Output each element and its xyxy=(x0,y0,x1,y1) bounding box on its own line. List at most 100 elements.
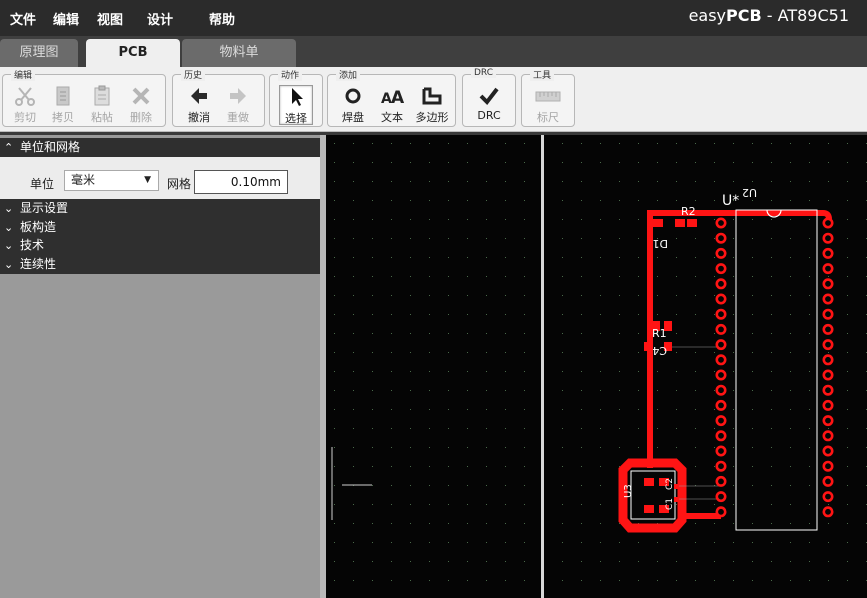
arrow-left-icon xyxy=(191,88,207,104)
r1-label: R1 xyxy=(652,327,667,340)
u2-pin-pad xyxy=(822,263,834,275)
u2-pin-pad xyxy=(715,369,727,381)
r2-pad xyxy=(687,219,697,227)
drc-button[interactable]: DRC xyxy=(472,85,506,125)
unit-select[interactable]: 毫米 ▼ xyxy=(64,170,159,191)
properties-panel: ⌃ 单位和网格 单位 毫米 ▼ 网格 ⌄ 显示设置 ⌄ 板构造 ⌄ 技术 ⌄ 连… xyxy=(0,135,325,598)
u2-pin-pad xyxy=(715,430,727,442)
menu-edit[interactable]: 编辑 xyxy=(53,9,79,28)
ruler-icon xyxy=(535,91,561,102)
polygon-button[interactable]: 多边形 xyxy=(415,85,449,125)
brand-prefix: easy xyxy=(688,6,727,25)
pcb-canvas[interactable]: U* U2 R2 D1 R1 C4 U3 C2 C1 xyxy=(326,135,867,598)
c4-pad xyxy=(644,342,652,351)
ruler-label: 标尺 xyxy=(537,111,559,124)
c2-pad xyxy=(674,484,682,489)
dropdown-caret-icon: ▼ xyxy=(144,175,151,185)
u2-pin-pad xyxy=(822,384,834,396)
copy-label: 拷贝 xyxy=(52,111,74,124)
ruler-button[interactable]: 标尺 xyxy=(531,85,565,125)
menu-view[interactable]: 视图 xyxy=(97,9,123,28)
copy-icon xyxy=(56,86,70,106)
u2-pin-pad xyxy=(822,323,834,335)
redo-button[interactable]: 重做 xyxy=(221,85,255,125)
u2-pin-pad xyxy=(715,415,727,427)
section-technology[interactable]: ⌄ 技术 xyxy=(0,236,320,255)
cut-label: 剪切 xyxy=(14,111,36,124)
u3-label: U3 xyxy=(623,484,634,498)
d1-pad xyxy=(653,219,663,227)
pointer-cursor-icon xyxy=(292,88,303,106)
u2-pin-pad xyxy=(715,323,727,335)
u2-pin-pad xyxy=(822,293,834,305)
drc-group-label: DRC xyxy=(471,68,497,78)
tab-bar: 原理图 PCB 物料单 xyxy=(0,36,867,67)
u2-pin-pad xyxy=(822,278,834,290)
svg-text:A: A xyxy=(391,88,404,107)
menu-help[interactable]: 帮助 xyxy=(209,9,235,28)
u2-label: U2 xyxy=(742,186,757,199)
pcb-drawing: U* U2 R2 D1 R1 C4 U3 C2 C1 xyxy=(326,135,867,598)
u3-pad xyxy=(644,478,654,486)
chevron-down-icon: ⌄ xyxy=(4,202,14,215)
menubar: 文件 编辑 视图 设计 帮助 easyPCB - AT89C51 xyxy=(0,0,867,36)
section-connectivity[interactable]: ⌄ 连续性 xyxy=(0,255,320,274)
chevron-down-icon: ⌄ xyxy=(4,239,14,252)
tab-schematic[interactable]: 原理图 xyxy=(0,39,78,67)
u2-pin-pad xyxy=(822,369,834,381)
u2-pin-pad xyxy=(822,445,834,457)
app-title: easyPCB - AT89C51 xyxy=(689,6,849,25)
document-title: - AT89C51 xyxy=(761,6,849,25)
cut-button[interactable]: 剪切 xyxy=(8,85,42,125)
delete-x-icon xyxy=(132,87,150,105)
pad-label: 焊盘 xyxy=(342,111,364,124)
delete-button[interactable]: 删除 xyxy=(124,85,158,125)
u2-pin-pad xyxy=(715,232,727,244)
undo-label: 撤消 xyxy=(188,111,210,124)
chevron-down-icon: ⌄ xyxy=(4,258,14,271)
units-grid-body: 单位 毫米 ▼ 网格 xyxy=(0,157,320,201)
tab-pcb[interactable]: PCB xyxy=(86,39,180,67)
pad-button[interactable]: 焊盘 xyxy=(336,85,370,125)
polygon-icon xyxy=(422,87,442,105)
arrow-right-icon xyxy=(230,88,246,104)
tab-bom[interactable]: 物料单 xyxy=(182,39,296,67)
board-edge-line xyxy=(541,135,544,598)
r2-pad xyxy=(675,219,685,227)
section-technology-title: 技术 xyxy=(20,238,45,252)
section-display-settings[interactable]: ⌄ 显示设置 xyxy=(0,199,320,218)
section-units-grid-title: 单位和网格 xyxy=(20,140,81,154)
undo-button[interactable]: 撤消 xyxy=(182,85,216,125)
u3-pad xyxy=(644,505,654,513)
select-button[interactable]: 选择 xyxy=(279,85,313,125)
u2-pin-pad xyxy=(822,506,834,518)
u2-pin-pad xyxy=(822,475,834,487)
u2-pin-pad xyxy=(822,308,834,320)
paste-button[interactable]: 粘帖 xyxy=(85,85,119,125)
menu-file[interactable]: 文件 xyxy=(10,9,36,28)
drc-label: DRC xyxy=(477,109,501,122)
text-label: 文本 xyxy=(381,111,403,124)
section-units-grid[interactable]: ⌃ 单位和网格 xyxy=(0,138,320,157)
section-connectivity-title: 连续性 xyxy=(20,257,57,271)
u2-pin-pad xyxy=(715,247,727,259)
r2-label: R2 xyxy=(681,205,696,218)
chevron-up-icon: ⌃ xyxy=(4,141,14,154)
u2-pin-pad xyxy=(715,506,727,518)
section-board-construction[interactable]: ⌄ 板构造 xyxy=(0,218,320,237)
menu-design[interactable]: 设计 xyxy=(147,9,173,28)
grid-label: 网格 xyxy=(167,177,192,191)
redo-label: 重做 xyxy=(227,111,249,124)
text-button[interactable]: A A 文本 xyxy=(375,85,409,125)
c1-pad xyxy=(674,497,682,502)
tools-group: 工具 标尺 xyxy=(521,68,575,127)
polygon-label: 多边形 xyxy=(415,111,449,124)
u2-pin-pad xyxy=(822,354,834,366)
u2-pin-pad xyxy=(715,384,727,396)
section-board-construction-title: 板构造 xyxy=(20,220,57,234)
chevron-down-icon: ⌄ xyxy=(4,221,14,234)
u2-pin-pad xyxy=(822,339,834,351)
u2-pin-pad xyxy=(822,217,834,229)
grid-size-input[interactable] xyxy=(194,170,288,194)
copy-button[interactable]: 拷贝 xyxy=(46,85,80,125)
